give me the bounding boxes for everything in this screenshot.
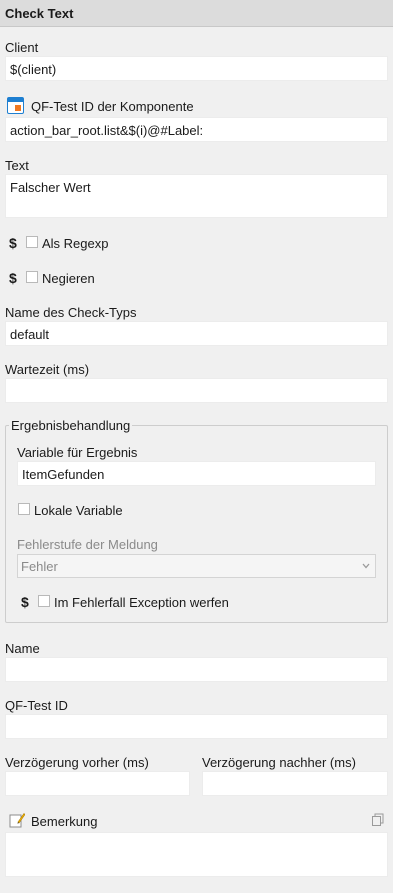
regexp-dollar-icon[interactable]: $ xyxy=(9,235,17,251)
negate-dollar-icon[interactable]: $ xyxy=(9,270,17,286)
negate-checkbox[interactable] xyxy=(26,271,38,283)
exception-label: Im Fehlerfall Exception werfen xyxy=(54,595,229,610)
component-icon xyxy=(7,97,24,114)
check-type-label: Name des Check-Typs xyxy=(5,305,137,320)
delay-after-label: Verzögerung nachher (ms) xyxy=(202,755,356,770)
text-label: Text xyxy=(5,158,29,173)
regexp-checkbox[interactable] xyxy=(26,236,38,248)
copy-icon[interactable] xyxy=(371,813,385,827)
exception-dollar-icon[interactable]: $ xyxy=(21,594,29,610)
component-id-label: QF-Test ID der Komponente xyxy=(31,99,194,114)
comment-field[interactable] xyxy=(5,832,388,877)
panel-title: Check Text xyxy=(0,0,393,27)
result-variable-label: Variable für Ergebnis xyxy=(17,445,138,460)
check-type-field[interactable]: default xyxy=(5,321,388,346)
regexp-label: Als Regexp xyxy=(42,236,109,251)
result-handling-title: Ergebnisbehandlung xyxy=(9,418,133,433)
error-level-select[interactable]: Fehler xyxy=(17,554,376,578)
client-label: Client xyxy=(5,40,39,55)
local-variable-label: Lokale Variable xyxy=(34,503,123,518)
comment-label: Bemerkung xyxy=(31,814,98,829)
delay-after-field[interactable] xyxy=(202,771,388,796)
result-variable-field[interactable]: ItemGefunden xyxy=(17,461,376,486)
qftest-id-label: QF-Test ID xyxy=(5,698,68,713)
error-level-label: Fehlerstufe der Meldung xyxy=(17,537,158,552)
delay-before-label: Verzögerung vorher (ms) xyxy=(5,755,149,770)
delay-before-field[interactable] xyxy=(5,771,190,796)
negate-label: Negieren xyxy=(42,271,95,286)
wait-time-field[interactable] xyxy=(5,378,388,403)
error-level-value: Fehler xyxy=(21,559,58,574)
component-id-field[interactable]: action_bar_root.list&$(i)@#Label: xyxy=(5,117,388,142)
text-field[interactable]: Falscher Wert xyxy=(5,174,388,218)
name-field[interactable] xyxy=(5,657,388,682)
local-variable-checkbox[interactable] xyxy=(18,503,30,515)
chevron-down-icon xyxy=(362,563,370,569)
note-pencil-icon xyxy=(9,813,25,828)
wait-time-label: Wartezeit (ms) xyxy=(5,362,90,377)
exception-checkbox[interactable] xyxy=(38,595,50,607)
client-field[interactable]: $(client) xyxy=(5,56,388,81)
qftest-id-field[interactable] xyxy=(5,714,388,739)
name-label: Name xyxy=(5,641,40,656)
